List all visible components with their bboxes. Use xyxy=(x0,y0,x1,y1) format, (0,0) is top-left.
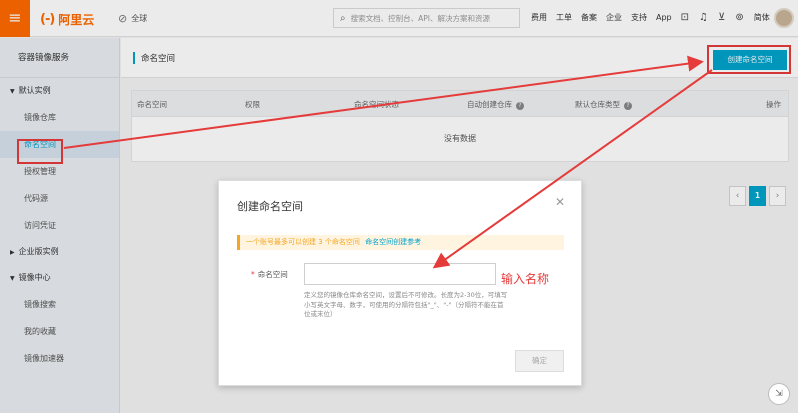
nav-enterprise[interactable]: 企业 xyxy=(606,12,622,23)
sidebar-item-accelerator[interactable]: 镜像加速器 xyxy=(0,345,119,372)
highlight-box-create xyxy=(707,45,791,74)
caret-down-icon: ▼ xyxy=(10,88,15,95)
logo-mark: (-) xyxy=(40,11,55,27)
sidebar-item-credentials[interactable]: 访问凭证 xyxy=(0,212,119,239)
nav-icp[interactable]: 备案 xyxy=(581,12,597,23)
col-auto-create: 自动创建仓库? xyxy=(467,99,524,110)
sidebar-group-default[interactable]: ▼ 默认实例 xyxy=(0,78,119,104)
sidebar: 容器镜像服务 ▼ 默认实例 镜像仓库 命名空间 授权管理 代码源 访问凭证 ▶ 企业… xyxy=(0,38,120,413)
top-nav: 费用 工单 备案 企业 支持 App ⊡ ♫ ⊻ ⊚ 简体 xyxy=(531,12,779,23)
search-icon: ⌕ xyxy=(340,12,346,24)
search-input[interactable]: ⌕ 搜索文档、控制台、API、解决方案和资源 xyxy=(333,8,520,28)
globe-icon: ⊘ xyxy=(118,12,128,25)
table-empty: 没有数据 xyxy=(131,117,789,162)
confirm-button[interactable]: 确定 xyxy=(515,350,564,372)
sidebar-item-image-search[interactable]: 镜像搜索 xyxy=(0,291,119,318)
top-bar: ≡ (-) 阿里云 ⊘ 全球 ⌕ 搜索文档、控制台、API、解决方案和资源 费用… xyxy=(0,0,798,37)
dialog-title: 创建命名空间 xyxy=(237,200,303,213)
notice-link[interactable]: 命名空间创建参考 xyxy=(365,238,421,246)
highlight-box-namespace xyxy=(17,139,63,164)
nav-support[interactable]: 支持 xyxy=(631,12,647,23)
next-page-button[interactable]: › xyxy=(769,186,786,206)
namespace-input[interactable] xyxy=(304,263,496,285)
avatar[interactable] xyxy=(774,8,794,28)
required-mark: * xyxy=(251,270,255,279)
language-switch[interactable]: 简体 xyxy=(754,12,770,23)
feedback-icon[interactable]: ⇲ xyxy=(768,383,790,405)
notice-text: 一个账号最多可以创建 3 个命名空间 xyxy=(246,238,360,246)
logo-name: 阿里云 xyxy=(58,12,95,27)
terminal-icon[interactable]: ⊡ xyxy=(681,12,689,23)
close-icon[interactable]: ✕ xyxy=(555,195,565,209)
sidebar-group-label: 企业版实例 xyxy=(18,247,59,256)
bell-icon[interactable]: ♫ xyxy=(699,12,708,23)
col-default-type: 默认仓库类型? xyxy=(575,99,632,110)
region-selector[interactable]: ⊘ 全球 xyxy=(118,12,147,25)
col-actions: 操作 xyxy=(766,100,781,109)
namespace-table: 没有数据 xyxy=(131,90,789,162)
namespace-field-label-text: 命名空间 xyxy=(257,270,288,279)
sidebar-item-favorites[interactable]: 我的收藏 xyxy=(0,318,119,345)
namespace-hint: 定义您的镜像仓库命名空间，设置后不可修改。长度为2-30位，可填写小写英文字母、… xyxy=(304,291,508,318)
col-auto-create-label: 自动创建仓库 xyxy=(467,100,512,109)
title-accent-bar xyxy=(133,52,135,64)
nav-app[interactable]: App xyxy=(656,13,672,22)
region-label: 全球 xyxy=(131,14,148,23)
sidebar-item-repos[interactable]: 镜像仓库 xyxy=(0,104,119,131)
caret-right-icon: ▶ xyxy=(10,249,15,256)
col-namespace: 命名空间 xyxy=(137,100,167,109)
page-header: 命名空间 创建命名空间 xyxy=(121,38,798,78)
sidebar-group-label: 默认实例 xyxy=(18,86,51,95)
nav-tickets[interactable]: 工单 xyxy=(556,12,572,23)
col-permission: 权限 xyxy=(245,100,260,109)
sidebar-group-enterprise[interactable]: ▶ 企业版实例 xyxy=(0,239,119,265)
col-status: 命名空间状态 xyxy=(354,100,399,109)
help-icon[interactable]: ⊚ xyxy=(735,12,743,23)
col-default-type-label: 默认仓库类型 xyxy=(575,100,620,109)
annotation-label: 输入名称 xyxy=(501,272,550,286)
search-placeholder: 搜索文档、控制台、API、解决方案和资源 xyxy=(350,13,490,23)
cart-icon[interactable]: ⊻ xyxy=(718,12,725,23)
page-1-button[interactable]: 1 xyxy=(749,186,766,206)
aliyun-logo[interactable]: (-) 阿里云 xyxy=(40,9,94,29)
menu-icon[interactable]: ≡ xyxy=(0,0,30,37)
sidebar-group-label: 镜像中心 xyxy=(18,273,51,282)
help-icon[interactable]: ? xyxy=(516,102,524,110)
table-header xyxy=(131,90,789,117)
namespace-field-label: * 命名空间 xyxy=(251,269,288,280)
quota-notice: 一个账号最多可以创建 3 个命名空间 命名空间创建参考 xyxy=(237,235,564,250)
sidebar-item-code-source[interactable]: 代码源 xyxy=(0,185,119,212)
sidebar-group-image-center[interactable]: ▼ 镜像中心 xyxy=(0,265,119,291)
caret-down-icon: ▼ xyxy=(10,275,15,282)
pagination: ‹ 1 › xyxy=(729,186,786,206)
help-icon[interactable]: ? xyxy=(624,102,632,110)
prev-page-button[interactable]: ‹ xyxy=(729,186,746,206)
sidebar-title: 容器镜像服务 xyxy=(0,38,119,78)
page-title: 命名空间 xyxy=(141,54,176,64)
nav-fees[interactable]: 费用 xyxy=(531,12,547,23)
